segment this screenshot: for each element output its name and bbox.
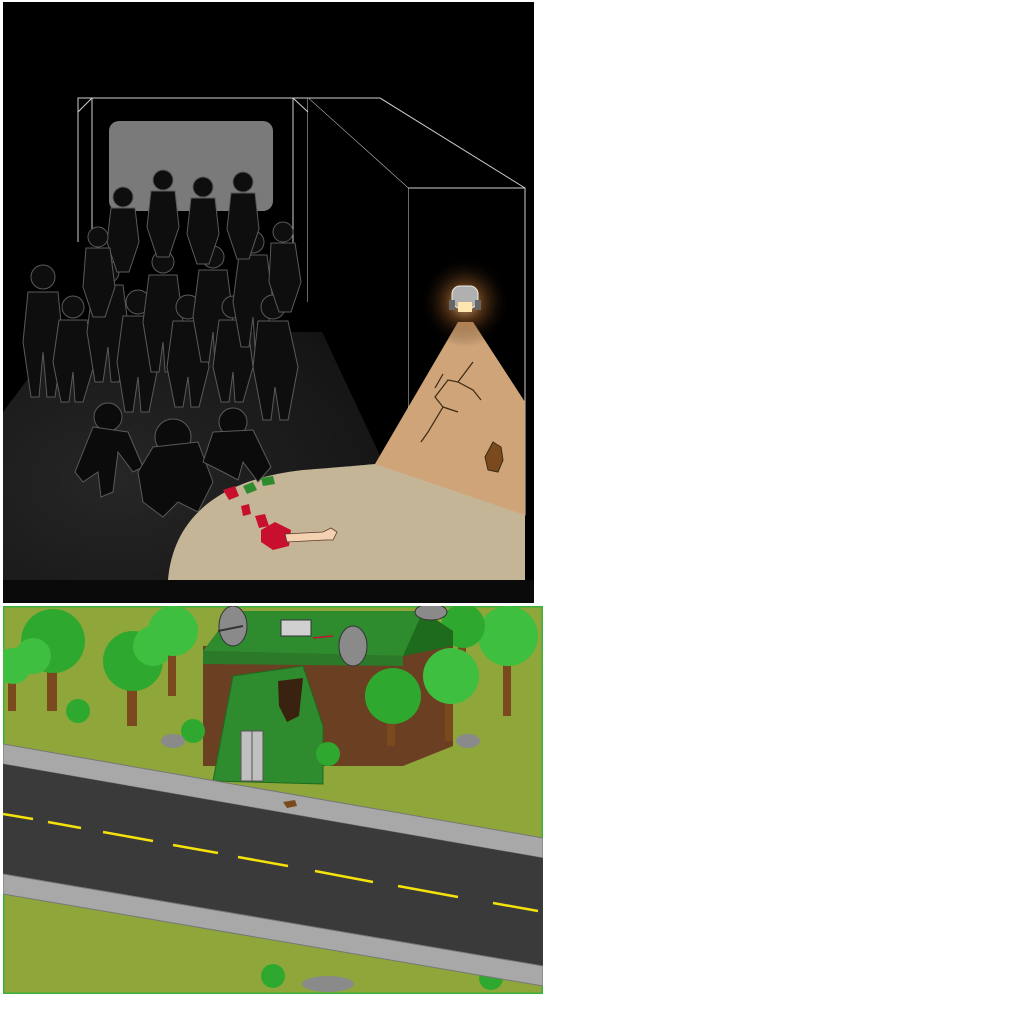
bunker-scene (3, 606, 543, 994)
security-camera-icon (449, 285, 481, 312)
bottom-border (3, 580, 534, 603)
roof-box-icon (280, 619, 312, 637)
zombie-room-scene (3, 2, 534, 603)
satellite-dish-icon (414, 606, 448, 621)
